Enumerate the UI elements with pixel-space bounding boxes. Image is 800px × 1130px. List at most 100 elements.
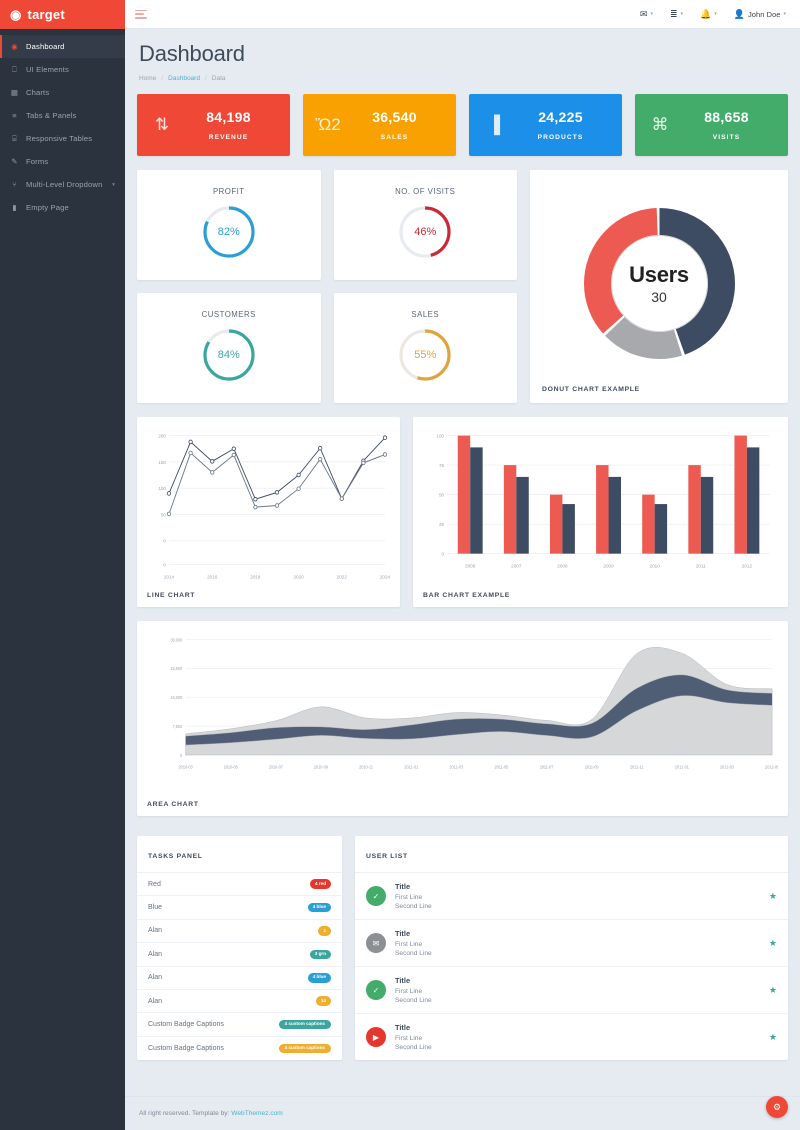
play-icon: ▶ bbox=[372, 1032, 380, 1042]
breadcrumb-item[interactable]: Dashboard bbox=[168, 75, 200, 82]
gauge-value: 55% bbox=[414, 349, 437, 361]
line-data-point[interactable] bbox=[296, 472, 301, 478]
sidebar-item-multi-level-dropdown[interactable]: ⑂ Multi-Level Dropdown ▾ bbox=[0, 173, 125, 196]
sidebar-item-dashboard[interactable]: ◉ Dashboard bbox=[0, 35, 125, 58]
topbar-item-messages[interactable]: ✉ ▾ bbox=[640, 9, 653, 20]
list-item[interactable]: ✓ Title First Line Second Line ★ bbox=[355, 967, 788, 1014]
line-data-point[interactable] bbox=[231, 446, 236, 451]
y-axis-tick: 7,500 bbox=[173, 724, 183, 730]
line-data-point[interactable] bbox=[253, 504, 258, 510]
user-title: Title bbox=[395, 1023, 411, 1032]
donut-chart[interactable]: Users 30 bbox=[577, 201, 742, 366]
line-data-point[interactable] bbox=[231, 452, 236, 458]
star-icon[interactable]: ★ bbox=[769, 985, 777, 996]
gauge-title: CUSTOMERS bbox=[201, 310, 256, 319]
line-data-point[interactable] bbox=[318, 456, 323, 462]
bar-2012-series-1[interactable] bbox=[746, 447, 760, 554]
x-axis-tick: 2010-07 bbox=[269, 764, 284, 770]
bar-2009-series-1[interactable] bbox=[608, 476, 621, 554]
line-data-point[interactable] bbox=[339, 496, 344, 501]
sidebar-item-ui-elements[interactable]: ⎕ UI Elements bbox=[0, 58, 125, 81]
bar-2008-series-1[interactable] bbox=[562, 504, 575, 554]
line-data-point[interactable] bbox=[166, 511, 172, 517]
x-axis-tick: 2010 bbox=[650, 563, 661, 569]
line-data-point[interactable] bbox=[253, 496, 258, 502]
hamburger-toggle-icon[interactable] bbox=[135, 9, 147, 19]
topbar-item-notifications[interactable]: 🔔 ▾ bbox=[700, 9, 717, 20]
sidebar-item-tabs-panels[interactable]: ≡ Tabs & Panels bbox=[0, 104, 125, 127]
line-data-point[interactable] bbox=[382, 435, 388, 440]
line-data-point[interactable] bbox=[274, 503, 280, 508]
stat-card-products[interactable]: ▐ 24,225 PRODUCTS bbox=[469, 94, 622, 156]
bar-2008-series-0[interactable] bbox=[549, 494, 563, 554]
line-data-point[interactable] bbox=[318, 445, 323, 451]
sidebar-item-empty-page[interactable]: ▮ Empty Page bbox=[0, 196, 125, 219]
topbar-item-tasks[interactable]: ≣ ▾ bbox=[670, 9, 683, 20]
brand-logo[interactable]: ◉ target bbox=[0, 0, 125, 29]
stat-card-revenue[interactable]: ⇅ 84,198 REVENUE bbox=[137, 94, 290, 156]
task-row[interactable]: Alan 1 bbox=[137, 920, 342, 944]
task-row[interactable]: Custom Badge Captions 4 custom captions bbox=[137, 1013, 342, 1037]
gauge-ring: 82% bbox=[201, 204, 257, 260]
bar-2011-series-0[interactable] bbox=[688, 465, 701, 554]
avatar: ✉ bbox=[366, 933, 386, 953]
list-item[interactable]: ✉ Title First Line Second Line ★ bbox=[355, 920, 788, 967]
star-icon[interactable]: ★ bbox=[769, 891, 777, 902]
settings-icon: ⚙ bbox=[772, 1101, 782, 1112]
x-axis-tick: 2008 bbox=[557, 563, 568, 569]
sidebar-item-forms[interactable]: ✎ Forms bbox=[0, 150, 125, 173]
task-row[interactable]: Red 4 red bbox=[137, 873, 342, 897]
line-chart[interactable]: 0 50 100 150 200 0 2014 2016 2018 2020 2022 2024 bbox=[147, 427, 390, 588]
list-item[interactable]: ▶ Title First Line Second Line ★ bbox=[355, 1014, 788, 1060]
gauge-card-sales: SALES 55% bbox=[333, 293, 517, 403]
envelope-icon: ✉ bbox=[372, 938, 380, 948]
task-row[interactable]: Blue 4 blue bbox=[137, 896, 342, 920]
bar-2010-series-1[interactable] bbox=[654, 504, 668, 554]
line-data-point[interactable] bbox=[296, 486, 301, 491]
x-axis-tick: 2011 bbox=[696, 563, 706, 569]
task-row[interactable]: Custom Badge Captions 4 custom captions bbox=[137, 1037, 342, 1060]
line-data-point[interactable] bbox=[210, 470, 215, 475]
star-icon[interactable]: ★ bbox=[769, 1032, 777, 1043]
footer-link[interactable]: WebThemez.com bbox=[231, 1110, 283, 1117]
star-icon[interactable]: ★ bbox=[769, 938, 777, 949]
line-data-point[interactable] bbox=[382, 452, 388, 457]
breadcrumb-item[interactable]: Home bbox=[139, 75, 156, 82]
sidebar-item-responsive-tables[interactable]: ⌸ Responsive Tables bbox=[0, 127, 125, 150]
sidebar-item-charts[interactable]: ▦ Charts bbox=[0, 81, 125, 104]
main-area: ✉ ▾ ≣ ▾ 🔔 ▾ 👤 John Doe ▾ Dashboard Home … bbox=[125, 0, 800, 1130]
table-icon: ⌸ bbox=[12, 133, 17, 143]
settings-fab-button[interactable]: ⚙ bbox=[766, 1096, 788, 1118]
line-data-point[interactable] bbox=[210, 459, 215, 464]
stat-card-visits[interactable]: ⌘ 88,658 VISITS bbox=[635, 94, 788, 156]
stat-card-body: 88,658 VISITS bbox=[675, 109, 778, 141]
stat-card-sales[interactable]: Ὥ2 36,540 SALES bbox=[303, 94, 456, 156]
bar-2007-series-0[interactable] bbox=[503, 465, 517, 554]
topbar-item-user[interactable]: 👤 John Doe ▾ bbox=[734, 9, 786, 20]
task-row[interactable]: Alan 14 bbox=[137, 990, 342, 1014]
bar-2007-series-1[interactable] bbox=[516, 476, 529, 554]
line-data-point[interactable] bbox=[361, 460, 366, 466]
list-item[interactable]: ✓ Title First Line Second Line ★ bbox=[355, 873, 788, 920]
task-row[interactable]: Alan 3 grn bbox=[137, 943, 342, 967]
bar-2011-series-1[interactable] bbox=[700, 476, 714, 554]
task-row[interactable]: Alan 4 blue bbox=[137, 967, 342, 990]
donut-chart-area: Users 30 bbox=[542, 180, 776, 386]
line-data-point[interactable] bbox=[188, 439, 193, 445]
y-axis-tick: 30,000 bbox=[170, 637, 182, 643]
bar-2006-series-1[interactable] bbox=[470, 447, 483, 554]
line-data-point[interactable] bbox=[274, 490, 280, 495]
gauge-ring: 55% bbox=[397, 327, 453, 383]
bar-2006-series-0[interactable] bbox=[457, 435, 471, 554]
bar-2010-series-0[interactable] bbox=[642, 494, 655, 554]
bar-2012-series-0[interactable] bbox=[734, 435, 747, 554]
x-axis-tick: 2016 bbox=[207, 574, 218, 580]
line-data-point[interactable] bbox=[166, 491, 172, 496]
breadcrumb-separator: / bbox=[161, 75, 164, 82]
gauge-title: NO. OF VISITS bbox=[395, 187, 456, 196]
breadcrumb-item[interactable]: Data bbox=[212, 75, 226, 82]
bar-chart[interactable]: 0 25 50 75 100 2006 2007 2008 2009 2010 2011 2012 bbox=[423, 427, 778, 588]
line-data-point[interactable] bbox=[188, 450, 193, 456]
bar-2009-series-0[interactable] bbox=[596, 465, 609, 554]
area-chart[interactable]: 0 7,500 15,000 22,500 30,000 2010-03 2010-05 20… bbox=[147, 631, 778, 797]
